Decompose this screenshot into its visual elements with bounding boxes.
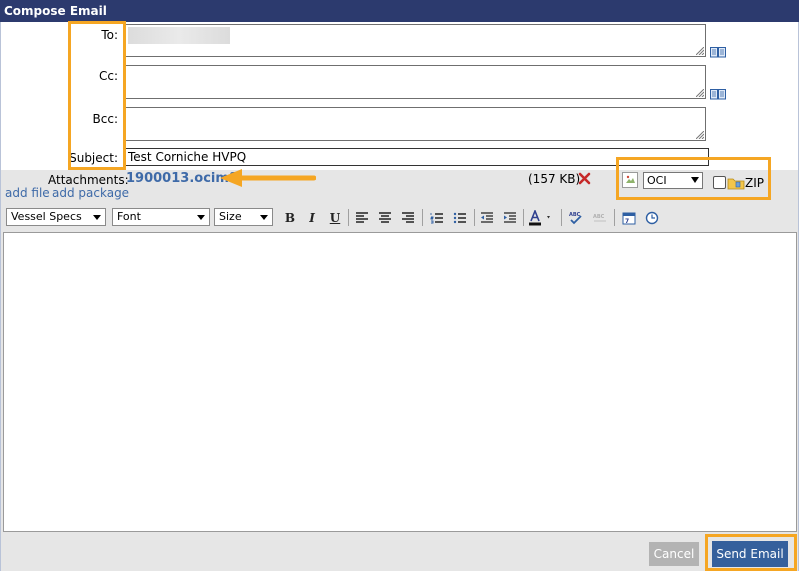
chevron-down-icon [197, 215, 205, 220]
resize-grip-icon[interactable] [696, 47, 704, 55]
insert-time-button[interactable] [643, 209, 661, 226]
cc-field[interactable] [124, 65, 706, 99]
align-left-button[interactable] [353, 209, 371, 226]
svg-text:ABC: ABC [593, 214, 605, 220]
add-file-link[interactable]: add file [5, 186, 50, 200]
underline-button[interactable]: U [326, 209, 344, 226]
spellcheck-disabled-icon: ABC [593, 214, 606, 221]
resize-grip-icon[interactable] [696, 89, 704, 97]
attachment-size: (157 KB) [528, 172, 581, 186]
chevron-down-icon [260, 215, 268, 220]
align-right-icon [402, 211, 414, 223]
toolbar-divider [422, 209, 423, 226]
toolbar-divider [523, 209, 524, 226]
align-center-button[interactable] [376, 209, 394, 226]
address-book-icon[interactable] [710, 46, 726, 58]
insert-date-button[interactable]: 7 [620, 209, 638, 226]
outdent-icon [481, 211, 493, 223]
toolbar-divider [614, 209, 615, 226]
toolbar-divider [561, 209, 562, 226]
spellcheck-icon: ABC [569, 212, 582, 224]
calendar-icon: 7 [622, 212, 636, 225]
formatting-toolbar: Vessel Specs Font Size B I U ABC ABC 7 [4, 206, 664, 228]
font-select[interactable]: Font [112, 208, 210, 226]
redacted-recipient [128, 27, 230, 44]
cc-label: Cc: [98, 69, 118, 83]
broken-image-icon [622, 172, 638, 188]
bullet-list-icon [453, 212, 466, 223]
zip-folder-icon [727, 178, 745, 190]
send-email-button[interactable]: Send Email [712, 541, 788, 567]
spellcheck-button[interactable]: ABC [567, 209, 585, 226]
bcc-field[interactable] [124, 107, 706, 141]
font-color-icon [529, 209, 550, 225]
chevron-down-icon [691, 177, 699, 183]
format-select-value: OCI [647, 174, 667, 187]
italic-button[interactable]: I [303, 209, 321, 226]
address-book-icon[interactable] [710, 88, 726, 100]
toolbar-divider [348, 209, 349, 226]
font-color-button[interactable] [527, 209, 555, 226]
cancel-button[interactable]: Cancel [649, 542, 699, 566]
delete-attachment-icon[interactable] [578, 172, 591, 185]
align-center-icon [379, 211, 391, 223]
email-body-editor[interactable] [3, 232, 797, 532]
bold-button[interactable]: B [281, 209, 299, 226]
numbered-list-button[interactable] [428, 209, 446, 226]
outdent-button[interactable] [478, 209, 496, 226]
to-field[interactable] [124, 24, 706, 57]
zip-label: ZIP [745, 176, 764, 190]
indent-button[interactable] [501, 209, 519, 226]
style-select-value: Vessel Specs [11, 210, 82, 223]
svg-text:7: 7 [625, 218, 629, 225]
size-select[interactable]: Size [214, 208, 273, 226]
resize-grip-icon[interactable] [696, 131, 704, 139]
subject-label: Subject: [69, 151, 118, 165]
size-select-value: Size [219, 210, 242, 223]
bullet-list-button[interactable] [451, 209, 469, 226]
add-package-link[interactable]: add package [52, 186, 129, 200]
zip-checkbox[interactable] [713, 176, 726, 189]
numbered-list-icon [430, 212, 443, 223]
bcc-label: Bcc: [92, 112, 118, 126]
align-left-icon [356, 211, 368, 223]
style-select[interactable]: Vessel Specs [6, 208, 106, 226]
attachments-label: Attachments: [48, 173, 129, 187]
toolbar-divider [474, 209, 475, 226]
annotation-arrow-icon [220, 169, 316, 187]
chevron-down-icon [93, 215, 101, 220]
clock-icon [645, 211, 659, 224]
format-select[interactable]: OCI [643, 172, 703, 189]
window-title: Compose Email [0, 0, 799, 22]
subject-input[interactable]: Test Corniche HVPQ [124, 148, 709, 166]
font-select-value: Font [117, 210, 141, 223]
to-label: To: [101, 28, 118, 42]
indent-icon [504, 211, 516, 223]
align-right-button[interactable] [399, 209, 417, 226]
spellcheck-disabled-button[interactable]: ABC [591, 209, 609, 226]
